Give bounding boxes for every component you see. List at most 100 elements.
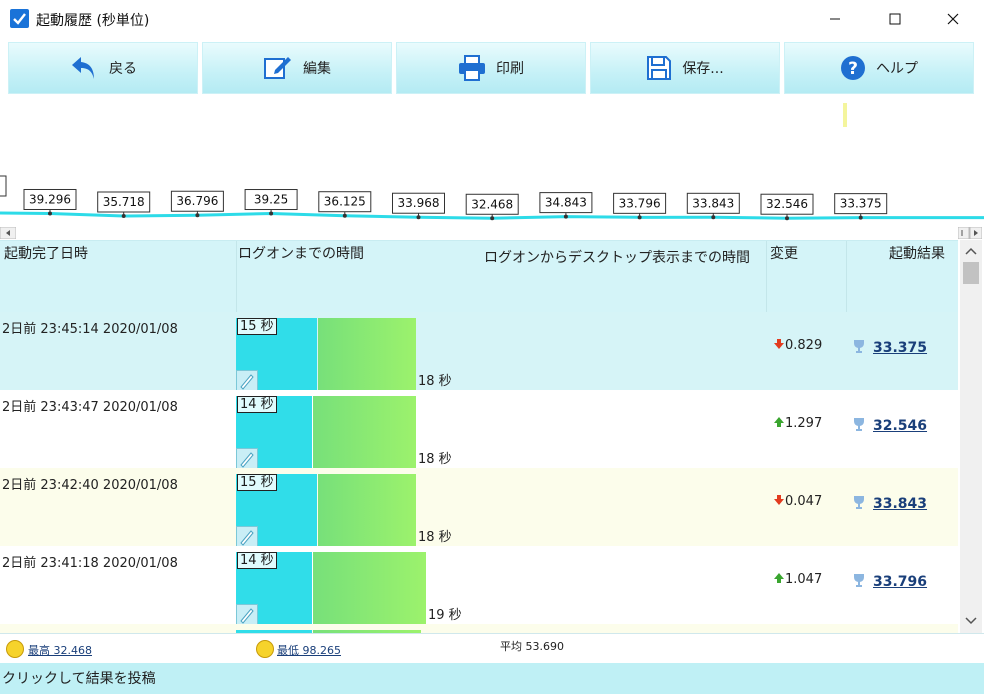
table-row[interactable]: 2日前 23:42:40 2020/01/08 15 秒 18 秒 0.047 33.8… xyxy=(0,468,958,548)
trophy-icon xyxy=(854,574,864,587)
app-check-icon xyxy=(10,9,29,28)
change-amount: 0.829 xyxy=(785,338,823,353)
floppy-disk-icon xyxy=(647,56,672,80)
result-link[interactable]: 33.375 xyxy=(851,338,927,356)
trophy-icon xyxy=(854,340,864,353)
result-link[interactable]: 32.546 xyxy=(851,416,927,434)
chart-scroll-right-button[interactable] xyxy=(957,226,983,240)
header-divider xyxy=(846,241,847,313)
minimize-button[interactable] xyxy=(812,0,858,38)
chart-data-label: 34.843 xyxy=(545,196,587,210)
grid-header: 起動完了日時 ログオンまでの時間 ログオンからデスクトップ表示までの時間 変更 … xyxy=(0,240,958,313)
trophy-icon xyxy=(854,418,864,431)
down-arrow-icon xyxy=(774,339,784,349)
back-label: 戻る xyxy=(109,61,137,77)
change-value: 0.829 xyxy=(773,338,822,353)
logon-seconds: 14 秒 xyxy=(237,552,277,569)
header-divider xyxy=(236,241,237,313)
edit-label: 編集 xyxy=(303,61,331,77)
chart-scroll-left-button[interactable] xyxy=(0,226,17,240)
up-arrow-icon xyxy=(774,573,784,583)
desktop-time-bar xyxy=(318,474,416,546)
header-desktop[interactable]: ログオンからデスクトップ表示までの時間 xyxy=(484,247,750,319)
total-seconds: 19 秒 xyxy=(428,608,462,623)
chart-data-label: 32.468 xyxy=(471,197,513,211)
change-amount: 1.297 xyxy=(785,416,823,431)
window-title: 起動履歴 (秒単位) xyxy=(36,13,150,29)
worst-time-link[interactable]: 最低 98.265 xyxy=(277,642,341,658)
save-button[interactable]: 保存... xyxy=(590,42,780,94)
table-row[interactable]: 2日前 23:43:47 2020/01/08 14 秒 18 秒 1.297 32.5… xyxy=(0,390,958,470)
header-divider xyxy=(766,241,767,313)
row-datetime: 2日前 23:42:40 2020/01/08 xyxy=(2,478,178,493)
printer-icon xyxy=(459,55,485,81)
stats-bar: 最高 32.468 最低 98.265 平均 53.690 xyxy=(0,633,984,664)
vertical-scrollbar[interactable] xyxy=(960,240,982,633)
chart-data-label: 39.25 xyxy=(254,193,288,207)
header-logon[interactable]: ログオンまでの時間 xyxy=(238,243,364,315)
back-arrow-icon xyxy=(72,57,94,79)
save-label: 保存... xyxy=(682,61,724,77)
status-bar[interactable]: クリックして結果を投稿 xyxy=(0,663,984,694)
table-row[interactable]: 2日前 23:41:18 2020/01/08 14 秒 19 秒 1.047 33.7… xyxy=(0,546,958,626)
pencil-icon[interactable] xyxy=(236,448,258,470)
down-arrow-icon xyxy=(774,495,784,505)
result-value[interactable]: 32.546 xyxy=(873,418,927,434)
pencil-icon[interactable] xyxy=(236,370,258,392)
chart-data-label: 33.968 xyxy=(398,196,440,210)
header-result[interactable]: 起動結果 xyxy=(889,243,945,315)
toolbar: 戻る 編集 印刷 保存... ? ヘルプ xyxy=(4,42,980,96)
row-datetime: 2日前 23:43:47 2020/01/08 xyxy=(2,400,178,415)
desktop-time-bar xyxy=(312,396,416,468)
desktop-time-bar xyxy=(318,318,416,390)
chart-data-label: 39.296 xyxy=(29,192,71,206)
sad-face-icon xyxy=(256,640,274,658)
result-value[interactable]: 33.843 xyxy=(873,496,927,512)
post-results-link[interactable]: クリックして結果を投稿 xyxy=(2,668,156,688)
happy-face-icon xyxy=(6,640,24,658)
table-row[interactable] xyxy=(0,624,958,633)
logon-seconds: 15 秒 xyxy=(237,318,277,335)
back-button[interactable]: 戻る xyxy=(8,42,198,94)
desktop-time-bar xyxy=(312,552,426,624)
header-change[interactable]: 変更 xyxy=(770,243,798,315)
chart-data-label: 35.718 xyxy=(103,195,145,209)
header-date[interactable]: 起動完了日時 xyxy=(4,243,88,315)
history-grid: 2日前 23:45:14 2020/01/08 15 秒 18 秒 0.829 33.3… xyxy=(0,312,958,633)
change-amount: 1.047 xyxy=(785,572,823,587)
pencil-icon[interactable] xyxy=(236,604,258,626)
change-amount: 0.047 xyxy=(785,494,823,509)
change-value: 0.047 xyxy=(773,494,822,509)
result-link[interactable]: 33.843 xyxy=(851,494,927,512)
best-time-link[interactable]: 最高 32.468 xyxy=(28,642,92,658)
average-time: 平均 53.690 xyxy=(500,640,564,653)
result-value[interactable]: 33.375 xyxy=(873,340,927,356)
change-value: 1.047 xyxy=(773,572,822,587)
title-bar: 起動履歴 (秒単位) xyxy=(0,0,984,38)
edit-button[interactable]: 編集 xyxy=(202,42,392,94)
chart-data-label: 33.796 xyxy=(619,196,661,210)
chart-data-label: 33.843 xyxy=(692,196,734,210)
table-row[interactable]: 2日前 23:45:14 2020/01/08 15 秒 18 秒 0.829 33.3… xyxy=(0,312,958,392)
svg-text:?: ? xyxy=(848,59,858,79)
help-icon: ? xyxy=(841,56,865,80)
pencil-icon[interactable] xyxy=(236,526,258,548)
row-datetime: 2日前 23:45:14 2020/01/08 xyxy=(2,322,178,337)
result-value[interactable]: 33.796 xyxy=(873,574,927,590)
maximize-button[interactable] xyxy=(872,0,918,38)
help-label: ヘルプ xyxy=(876,61,918,77)
chart-data-label: 36.125 xyxy=(324,195,366,209)
print-button[interactable]: 印刷 xyxy=(396,42,586,94)
print-label: 印刷 xyxy=(496,61,524,77)
logon-seconds: 15 秒 xyxy=(237,474,277,491)
total-seconds: 18 秒 xyxy=(418,452,452,467)
logon-seconds: 14 秒 xyxy=(237,396,277,413)
total-seconds: 18 秒 xyxy=(418,530,452,545)
close-button[interactable] xyxy=(930,0,976,38)
edit-icon xyxy=(264,57,291,79)
chart-data-label: 32.546 xyxy=(766,197,808,211)
result-link[interactable]: 33.796 xyxy=(851,572,927,590)
help-button[interactable]: ? ヘルプ xyxy=(784,42,974,94)
total-seconds: 18 秒 xyxy=(418,374,452,389)
chart-data-label: 33.375 xyxy=(840,197,882,211)
